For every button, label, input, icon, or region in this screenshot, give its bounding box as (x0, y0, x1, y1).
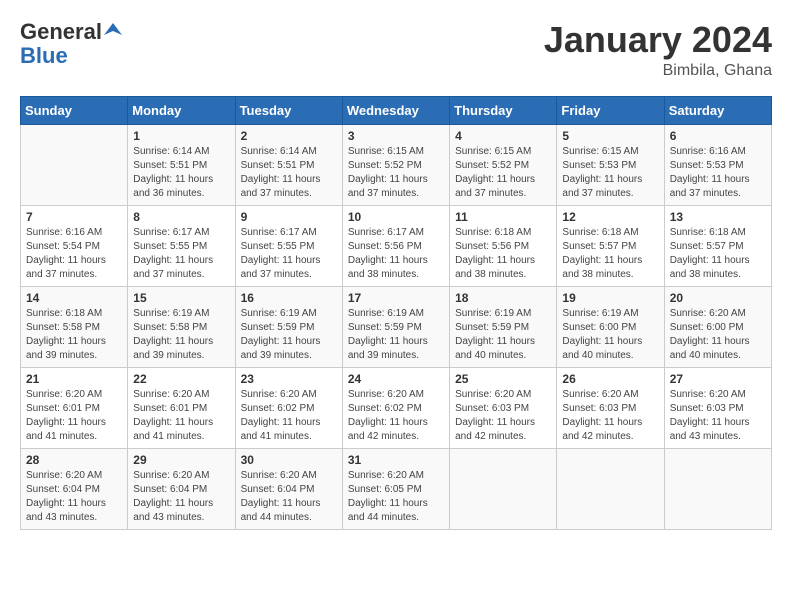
table-row: 27Sunrise: 6:20 AMSunset: 6:03 PMDayligh… (664, 367, 771, 448)
calendar-location: Bimbila, Ghana (544, 62, 772, 80)
table-row: 28Sunrise: 6:20 AMSunset: 6:04 PMDayligh… (21, 448, 128, 529)
calendar-body: 1Sunrise: 6:14 AMSunset: 5:51 PMDaylight… (21, 124, 772, 529)
table-row: 23Sunrise: 6:20 AMSunset: 6:02 PMDayligh… (235, 367, 342, 448)
col-tuesday: Tuesday (235, 96, 342, 124)
table-row: 2Sunrise: 6:14 AMSunset: 5:51 PMDaylight… (235, 124, 342, 205)
col-saturday: Saturday (664, 96, 771, 124)
table-row: 26Sunrise: 6:20 AMSunset: 6:03 PMDayligh… (557, 367, 664, 448)
table-row: 24Sunrise: 6:20 AMSunset: 6:02 PMDayligh… (342, 367, 449, 448)
table-row: 18Sunrise: 6:19 AMSunset: 5:59 PMDayligh… (450, 286, 557, 367)
col-wednesday: Wednesday (342, 96, 449, 124)
col-monday: Monday (128, 96, 235, 124)
table-row: 15Sunrise: 6:19 AMSunset: 5:58 PMDayligh… (128, 286, 235, 367)
table-row: 14Sunrise: 6:18 AMSunset: 5:58 PMDayligh… (21, 286, 128, 367)
calendar-table: Sunday Monday Tuesday Wednesday Thursday… (20, 96, 772, 530)
table-row: 17Sunrise: 6:19 AMSunset: 5:59 PMDayligh… (342, 286, 449, 367)
table-row: 12Sunrise: 6:18 AMSunset: 5:57 PMDayligh… (557, 205, 664, 286)
table-row (21, 124, 128, 205)
table-row: 1Sunrise: 6:14 AMSunset: 5:51 PMDaylight… (128, 124, 235, 205)
table-row (557, 448, 664, 529)
table-row: 11Sunrise: 6:18 AMSunset: 5:56 PMDayligh… (450, 205, 557, 286)
table-row: 29Sunrise: 6:20 AMSunset: 6:04 PMDayligh… (128, 448, 235, 529)
table-row: 16Sunrise: 6:19 AMSunset: 5:59 PMDayligh… (235, 286, 342, 367)
logo-general-text: General (20, 20, 102, 44)
col-friday: Friday (557, 96, 664, 124)
table-row: 31Sunrise: 6:20 AMSunset: 6:05 PMDayligh… (342, 448, 449, 529)
table-row: 7Sunrise: 6:16 AMSunset: 5:54 PMDaylight… (21, 205, 128, 286)
table-row: 19Sunrise: 6:19 AMSunset: 6:00 PMDayligh… (557, 286, 664, 367)
calendar-title: January 2024 (544, 20, 772, 60)
col-thursday: Thursday (450, 96, 557, 124)
table-row: 8Sunrise: 6:17 AMSunset: 5:55 PMDaylight… (128, 205, 235, 286)
table-row: 25Sunrise: 6:20 AMSunset: 6:03 PMDayligh… (450, 367, 557, 448)
table-row: 9Sunrise: 6:17 AMSunset: 5:55 PMDaylight… (235, 205, 342, 286)
table-row: 30Sunrise: 6:20 AMSunset: 6:04 PMDayligh… (235, 448, 342, 529)
table-row (664, 448, 771, 529)
page-header: General Blue January 2024 Bimbila, Ghana (20, 20, 772, 80)
table-row (450, 448, 557, 529)
table-row: 5Sunrise: 6:15 AMSunset: 5:53 PMDaylight… (557, 124, 664, 205)
table-row: 22Sunrise: 6:20 AMSunset: 6:01 PMDayligh… (128, 367, 235, 448)
logo-blue-text: Blue (20, 44, 68, 68)
table-row: 21Sunrise: 6:20 AMSunset: 6:01 PMDayligh… (21, 367, 128, 448)
calendar-header: Sunday Monday Tuesday Wednesday Thursday… (21, 96, 772, 124)
table-row: 3Sunrise: 6:15 AMSunset: 5:52 PMDaylight… (342, 124, 449, 205)
col-sunday: Sunday (21, 96, 128, 124)
table-row: 4Sunrise: 6:15 AMSunset: 5:52 PMDaylight… (450, 124, 557, 205)
logo: General Blue (20, 20, 122, 68)
table-row: 20Sunrise: 6:20 AMSunset: 6:00 PMDayligh… (664, 286, 771, 367)
logo-bird-icon (104, 21, 122, 39)
table-row: 10Sunrise: 6:17 AMSunset: 5:56 PMDayligh… (342, 205, 449, 286)
title-block: January 2024 Bimbila, Ghana (544, 20, 772, 80)
table-row: 13Sunrise: 6:18 AMSunset: 5:57 PMDayligh… (664, 205, 771, 286)
table-row: 6Sunrise: 6:16 AMSunset: 5:53 PMDaylight… (664, 124, 771, 205)
